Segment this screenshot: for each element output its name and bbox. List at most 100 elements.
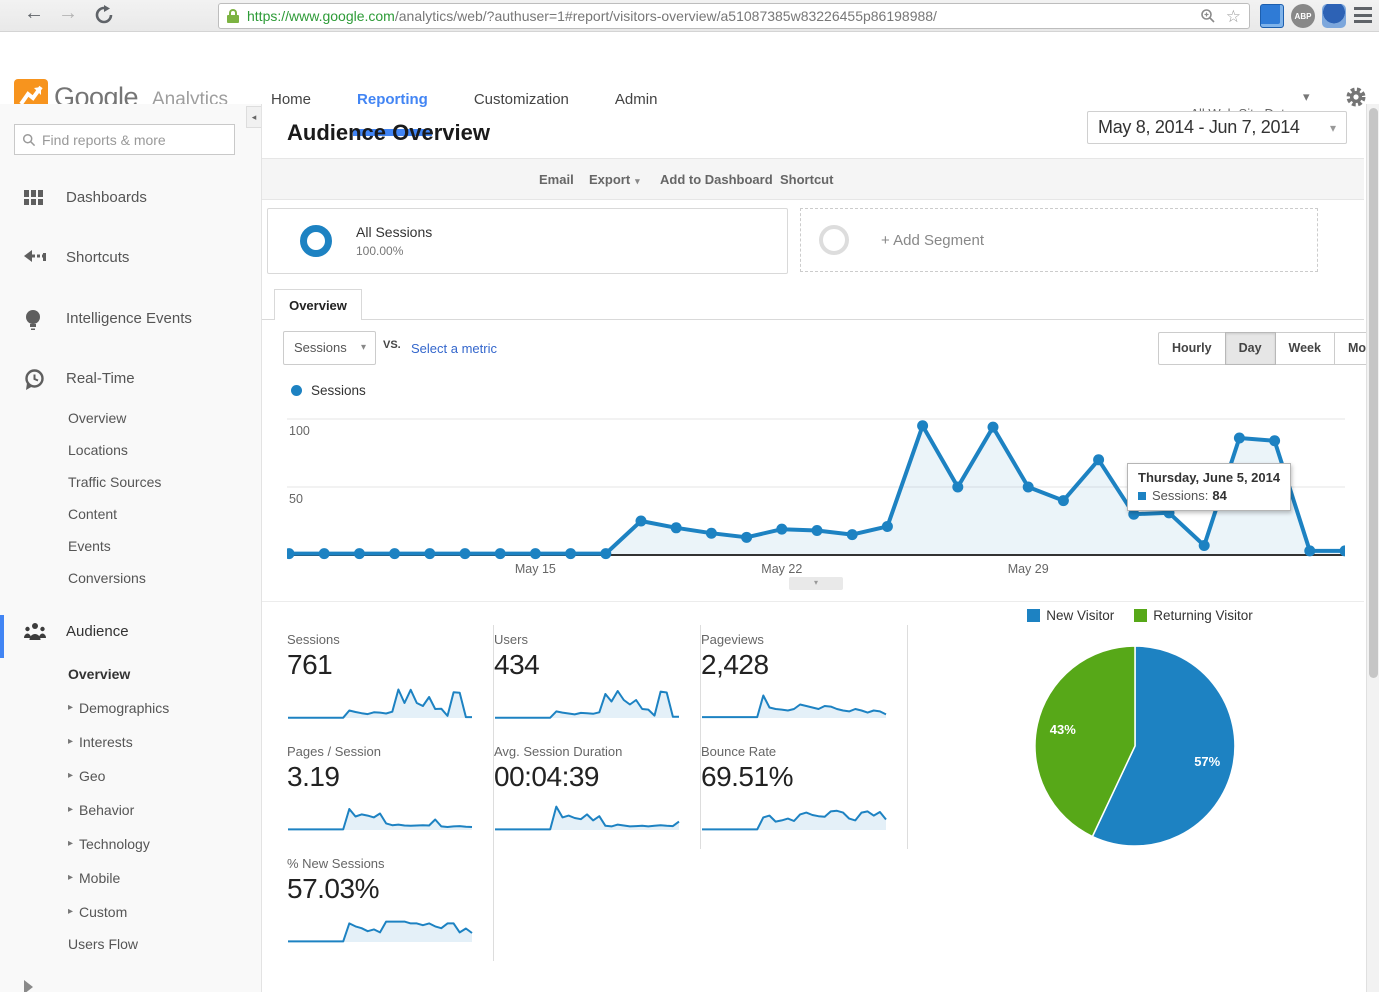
sidebar-item-users-flow[interactable]: Users Flow (68, 936, 138, 952)
sidebar-item-demographics[interactable]: Demographics (79, 700, 169, 716)
browser-reload-icon[interactable] (94, 5, 114, 25)
svg-text:43%: 43% (1050, 722, 1076, 737)
avg-session-duration-sparkline (494, 793, 680, 833)
metric-pageviews[interactable]: Pageviews 2,428 (701, 625, 908, 737)
app-header: Google Analytics Home Reporting Customiz… (0, 32, 1379, 104)
collapse-sidebar-icon[interactable]: ◂ (246, 106, 262, 128)
add-to-dashboard-button[interactable]: Add to Dashboard (660, 172, 773, 187)
sidebar-item-intelligence-events[interactable]: Intelligence Events (0, 309, 262, 331)
svg-text:May 29: May 29 (1008, 562, 1049, 576)
metric-new-sessions[interactable]: % New Sessions 57.03% (287, 849, 494, 961)
screen: ← → https://www.google.com/analytics/web… (0, 0, 1379, 992)
sidebar-item-rt-conversions[interactable]: Conversions (68, 570, 146, 586)
metric-sessions[interactable]: Sessions 761 (287, 625, 494, 737)
sidebar-item-rt-events[interactable]: Events (68, 538, 111, 554)
tooltip-date: Thursday, June 5, 2014 (1138, 470, 1280, 485)
sidebar-item-mobile[interactable]: Mobile (79, 870, 120, 886)
address-bar[interactable]: https://www.google.com/analytics/web/?au… (218, 3, 1250, 29)
expand-caret-icon: ▸ (68, 736, 73, 747)
metric-summary-grid: Sessions 761 Users 434 Pageviews 2,428 P… (287, 625, 912, 961)
sidebar-item-rt-content[interactable]: Content (68, 506, 117, 522)
sidebar-item-rt-overview[interactable]: Overview (68, 410, 126, 426)
metric-bounce-rate[interactable]: Bounce Rate 69.51% (701, 737, 908, 849)
sidebar-item-technology[interactable]: Technology (79, 836, 150, 852)
sidebar-item-real-time[interactable]: Real-Time (0, 369, 262, 391)
svg-text:100: 100 (289, 424, 310, 438)
metric-avg-session-duration[interactable]: Avg. Session Duration 00:04:39 (494, 737, 701, 849)
search-input[interactable] (42, 132, 212, 148)
sidebar-item-behavior[interactable]: Behavior (79, 802, 134, 818)
svg-text:50: 50 (289, 492, 303, 506)
bounce-rate-sparkline (701, 793, 887, 833)
sidebar-item-interests[interactable]: Interests (79, 734, 133, 750)
zoom-icon[interactable] (1200, 8, 1216, 24)
search-icon (22, 133, 36, 147)
metric-users[interactable]: Users 434 (494, 625, 701, 737)
page-scrollbar[interactable] (1366, 104, 1379, 992)
legend-new-visitor: New Visitor (1027, 608, 1114, 623)
svg-text:57%: 57% (1194, 754, 1220, 769)
date-range-selector[interactable]: May 8, 2014 - Jun 7, 2014 ▾ (1087, 111, 1347, 144)
browser-menu-icon[interactable] (1354, 7, 1372, 23)
sidebar-item-custom[interactable]: Custom (79, 904, 127, 920)
sidebar: Dashboards Shortcuts Intelligence Events (0, 104, 262, 992)
add-segment-button[interactable]: + Add Segment (800, 208, 1318, 272)
browser-forward-icon[interactable]: → (58, 2, 78, 25)
granularity-toggle: Hourly Day Week Month (1158, 332, 1379, 365)
scrollbar-thumb[interactable] (1369, 108, 1378, 678)
add-segment-label: + Add Segment (881, 232, 984, 249)
metric-pages-per-session[interactable]: Pages / Session 3.19 (287, 737, 494, 849)
segment-name: All Sessions (356, 224, 432, 240)
account-dropdown-caret-icon[interactable]: ▾ (1303, 89, 1310, 105)
metric-selector-dropdown[interactable]: Sessions (283, 331, 376, 365)
new-sessions-sparkline (287, 905, 473, 945)
pageviews-sparkline (701, 681, 887, 721)
shortcuts-icon (24, 248, 46, 264)
sessions-legend: Sessions (291, 383, 366, 398)
sidebar-item-shortcuts[interactable]: Shortcuts (0, 248, 262, 270)
sidebar-item-rt-traffic-sources[interactable]: Traffic Sources (68, 474, 161, 490)
acquisition-icon-partial (24, 980, 33, 992)
svg-text:May 22: May 22 (761, 562, 802, 576)
svg-text:May 15: May 15 (515, 562, 556, 576)
browser-back-icon[interactable]: ← (24, 2, 44, 25)
tab-overview[interactable]: Overview (274, 289, 362, 320)
sidebar-item-audience[interactable]: Audience (0, 622, 262, 644)
sessions-legend-dot-icon (291, 385, 302, 396)
granularity-day-button[interactable]: Day (1225, 332, 1276, 365)
export-button[interactable]: Export (589, 172, 640, 187)
chart-tooltip: Thursday, June 5, 2014 Sessions: 84 (1127, 463, 1291, 511)
granularity-week-button[interactable]: Week (1275, 332, 1335, 365)
pictures-extension-icon[interactable] (1260, 4, 1284, 28)
date-range-text: May 8, 2014 - Jun 7, 2014 (1098, 117, 1300, 138)
date-dropdown-caret-icon: ▾ (1330, 121, 1336, 135)
nav-admin[interactable]: Admin (615, 64, 658, 136)
segment-all-sessions[interactable]: All Sessions 100.00% (267, 208, 788, 274)
sidebar-search[interactable] (14, 124, 235, 155)
add-segment-ring-icon (819, 225, 849, 255)
expand-caret-icon: ▸ (68, 906, 73, 917)
granularity-hourly-button[interactable]: Hourly (1158, 332, 1226, 365)
sidebar-item-dashboards[interactable]: Dashboards (0, 188, 262, 210)
shortcut-button[interactable]: Shortcut (780, 172, 833, 187)
new-visitor-swatch-icon (1027, 609, 1040, 622)
sidebar-item-geo[interactable]: Geo (79, 768, 105, 784)
gear-icon[interactable] (1345, 86, 1367, 108)
bookmark-star-icon[interactable]: ☆ (1226, 8, 1241, 25)
select-a-metric-link[interactable]: Select a metric (411, 341, 497, 356)
sessions-line-chart[interactable]: 50 100 May 15 May 22 May 29 Thursday, June 5… (287, 403, 1345, 591)
sidebar-item-rt-locations[interactable]: Locations (68, 442, 128, 458)
adblock-extension-icon[interactable]: ABP (1291, 4, 1315, 28)
legend-returning-visitor: Returning Visitor (1134, 608, 1253, 623)
email-button[interactable]: Email (539, 172, 574, 187)
visitor-type-pie-chart[interactable]: 57% 43% (1030, 641, 1240, 856)
expand-caret-icon: ▸ (68, 770, 73, 781)
browser-toolbar: ← → https://www.google.com/analytics/web… (0, 0, 1379, 32)
padlock-icon (227, 9, 239, 23)
profile-extension-icon[interactable] (1322, 4, 1346, 28)
chart-expander-caret-icon[interactable]: ▾ (789, 577, 843, 590)
expand-caret-icon: ▸ (68, 872, 73, 883)
sessions-legend-label: Sessions (311, 383, 366, 398)
sidebar-item-audience-overview[interactable]: Overview (68, 666, 130, 682)
segment-percent: 100.00% (356, 244, 403, 258)
